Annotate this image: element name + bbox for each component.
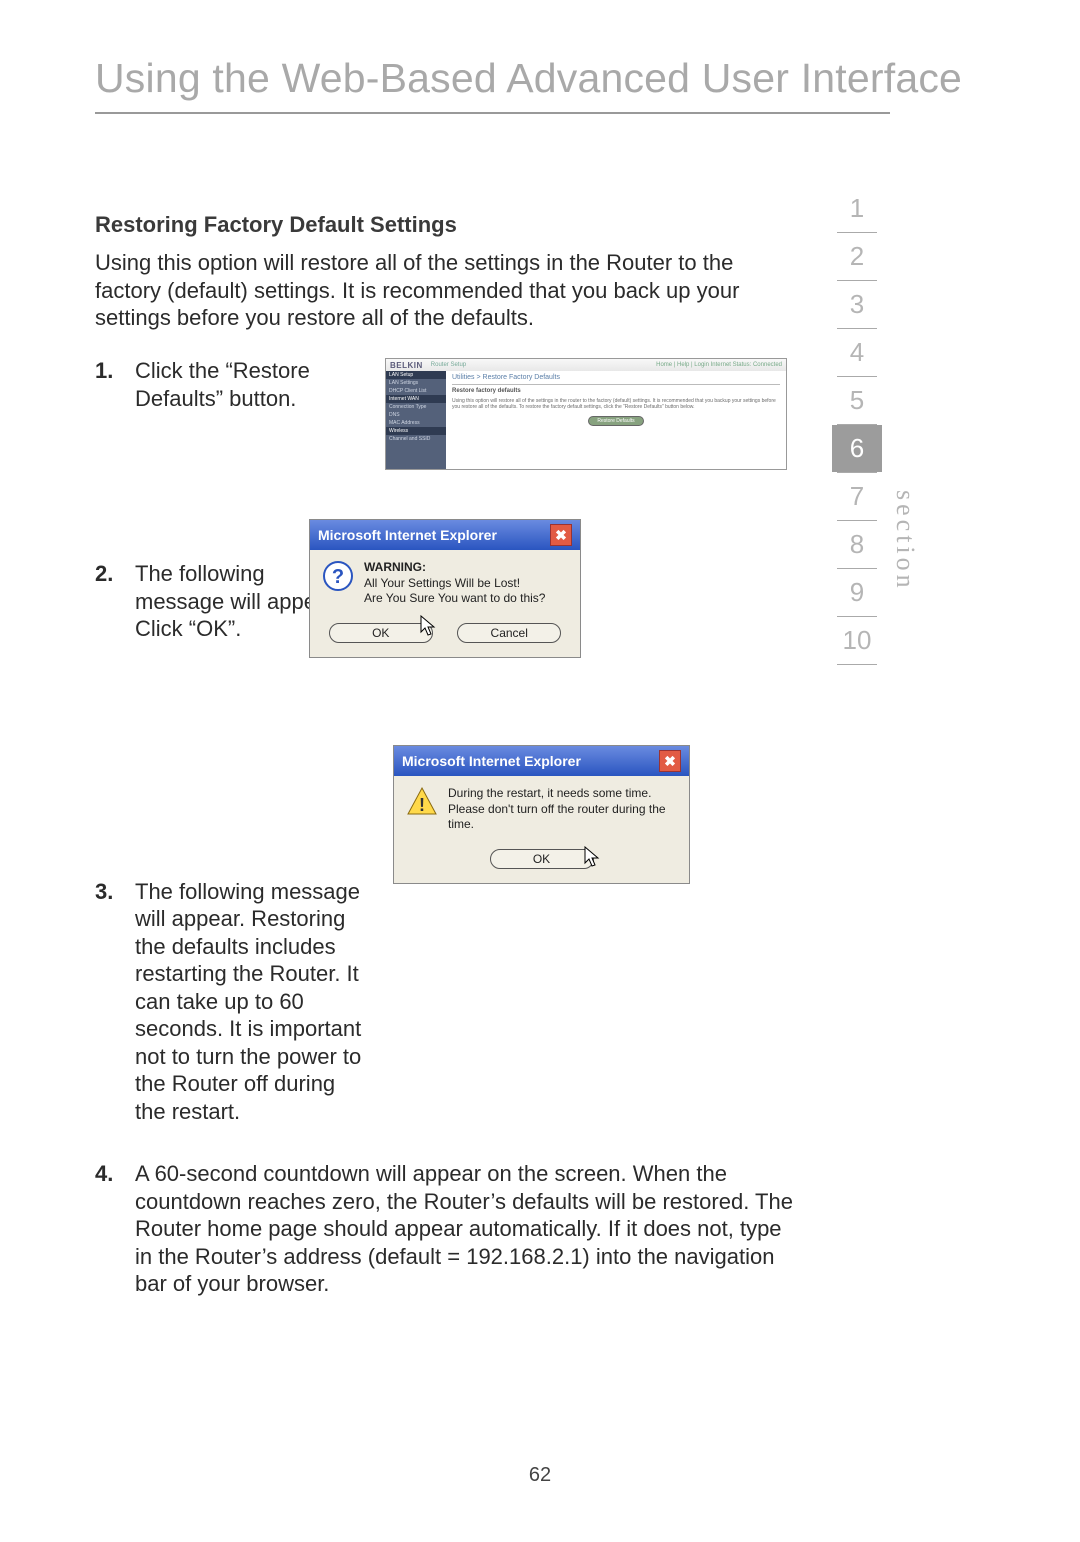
router-toolbar-text: Router Setup <box>431 362 466 368</box>
sidebar-item[interactable]: Channel and SSID <box>386 435 446 443</box>
router-main: Utilities > Restore Factory Defaults Res… <box>446 371 786 469</box>
page-title: Using the Web-Based Advanced User Interf… <box>95 55 962 102</box>
step-1-number: 1. <box>95 357 135 385</box>
divider <box>452 384 780 385</box>
section-nav-sep <box>837 664 877 665</box>
sidebar-item[interactable]: Wireless <box>386 427 446 435</box>
router-brand: BELKIN <box>390 361 423 370</box>
dialog-message-line: All Your Settings Will be Lost! <box>364 576 545 592</box>
dialog-message-line: Are You Sure You want to do this? <box>364 591 545 607</box>
step-2-number: 2. <box>95 560 135 588</box>
router-breadcrumb: Utilities > Restore Factory Defaults <box>452 374 780 381</box>
screenshot-dialog-warning: Microsoft Internet Explorer ✖ ? WARNING:… <box>309 519 581 658</box>
step-3: 3. The following message will appear. Re… <box>95 878 895 1126</box>
close-button[interactable]: ✖ <box>659 750 681 772</box>
question-icon: ? <box>322 560 354 592</box>
section-nav-item-4[interactable]: 4 <box>832 329 882 376</box>
router-sidebar: LAN Setup LAN Settings DHCP Client List … <box>386 371 446 469</box>
dialog-message-line: Please don't turn off the router during … <box>448 802 677 833</box>
restore-defaults-button[interactable]: Restore Defaults <box>588 416 643 426</box>
dialog-titlebar: Microsoft Internet Explorer ✖ <box>394 746 689 776</box>
page-number: 62 <box>0 1464 1080 1487</box>
screenshot-router-admin: BELKIN Router Setup Home | Help | Login … <box>385 358 787 470</box>
sidebar-item[interactable]: MAC Address <box>386 419 446 427</box>
dialog-message: During the restart, it needs some time. … <box>448 786 677 833</box>
sidebar-item[interactable]: LAN Setup <box>386 371 446 379</box>
title-underline <box>95 112 890 114</box>
step-3-number: 3. <box>95 878 135 906</box>
section-nav-item-3[interactable]: 3 <box>832 281 882 328</box>
svg-text:?: ? <box>332 566 344 588</box>
section-nav-item-1[interactable]: 1 <box>832 185 882 232</box>
section-nav-item-9[interactable]: 9 <box>832 569 882 616</box>
router-header-links[interactable]: Home | Help | Login Internet Status: Con… <box>656 362 782 368</box>
close-button[interactable]: ✖ <box>550 524 572 546</box>
router-paragraph: Using this option will restore all of th… <box>452 398 780 410</box>
alert-icon: ! <box>406 786 438 818</box>
dialog-message: WARNING: All Your Settings Will be Lost!… <box>364 560 545 607</box>
section-nav-item-10[interactable]: 10 <box>832 617 882 664</box>
cursor-icon <box>584 846 602 868</box>
router-section-title: Restore factory defaults <box>452 388 780 394</box>
intro-paragraph: Using this option will restore all of th… <box>95 249 775 332</box>
screenshot-dialog-restart: Microsoft Internet Explorer ✖ ! During t… <box>393 745 690 884</box>
sidebar-item[interactable]: Internet WAN <box>386 395 446 403</box>
step-4-text: A 60-second countdown will appear on the… <box>135 1160 795 1298</box>
step-4-number: 4. <box>95 1160 135 1188</box>
section-label: section <box>890 490 920 592</box>
section-heading: Restoring Factory Default Settings <box>95 212 457 238</box>
section-nav-item-8[interactable]: 8 <box>832 521 882 568</box>
sidebar-item[interactable]: DHCP Client List <box>386 387 446 395</box>
cursor-icon <box>420 615 438 637</box>
svg-text:!: ! <box>419 795 425 815</box>
dialog-title: Microsoft Internet Explorer <box>318 527 497 543</box>
sidebar-item[interactable]: DNS <box>386 411 446 419</box>
ok-button[interactable]: OK <box>329 623 433 643</box>
section-nav-item-7[interactable]: 7 <box>832 473 882 520</box>
section-nav-item-5[interactable]: 5 <box>832 377 882 424</box>
step-1-text: Click the “Restore Defaults” button. <box>135 357 335 412</box>
sidebar-item[interactable]: LAN Settings <box>386 379 446 387</box>
dialog-title: Microsoft Internet Explorer <box>402 753 581 769</box>
dialog-message-line: During the restart, it needs some time. <box>448 786 677 802</box>
cancel-button[interactable]: Cancel <box>457 623 561 643</box>
dialog-warning-header: WARNING: <box>364 560 545 576</box>
sidebar-item[interactable]: Connection Type <box>386 403 446 411</box>
section-nav: 1 2 3 4 5 6 7 8 9 10 <box>832 185 882 665</box>
step-3-text: The following message will appear. Resto… <box>135 878 365 1126</box>
step-4: 4. A 60-second countdown will appear on … <box>95 1160 895 1298</box>
section-nav-item-2[interactable]: 2 <box>832 233 882 280</box>
section-nav-item-6[interactable]: 6 <box>832 425 882 472</box>
ok-button[interactable]: OK <box>490 849 594 869</box>
dialog-titlebar: Microsoft Internet Explorer ✖ <box>310 520 580 550</box>
